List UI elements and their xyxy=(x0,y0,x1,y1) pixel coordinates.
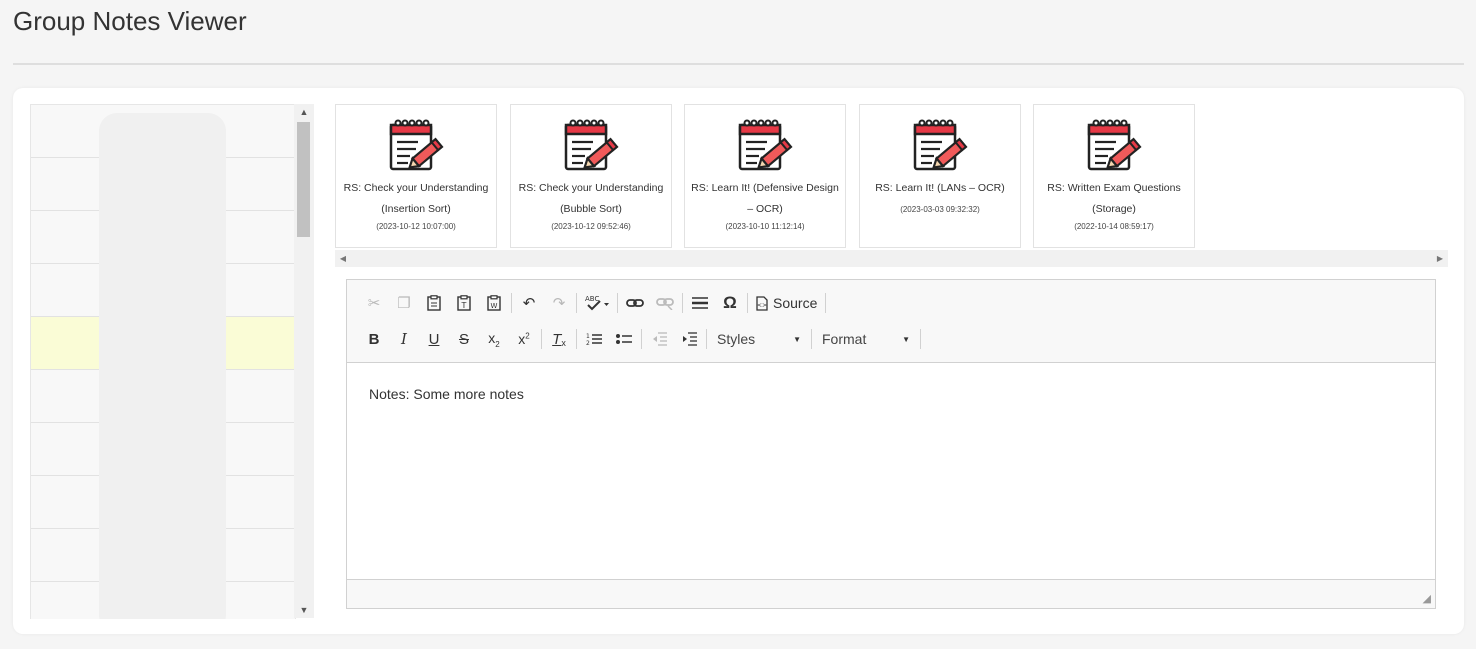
paste-icon[interactable] xyxy=(419,290,449,316)
list-scrollbar[interactable]: ▲ ▼ xyxy=(294,104,314,618)
italic-icon[interactable]: I xyxy=(389,326,419,352)
source-button[interactable]: <> Source xyxy=(750,290,823,316)
scrollbar-thumb[interactable] xyxy=(297,122,310,237)
increase-indent-icon[interactable] xyxy=(674,326,704,352)
bulleted-list-icon[interactable] xyxy=(609,326,639,352)
subscript-icon[interactable]: x2 xyxy=(479,326,509,352)
editor-status-bar: ◢ xyxy=(347,579,1435,608)
note-date: (2023-03-03 09:32:32) xyxy=(900,205,980,214)
svg-text:W: W xyxy=(491,302,498,310)
scroll-right-icon[interactable]: ▶ xyxy=(1432,250,1448,267)
toolbar-row-1: ✂ ❐ T W ↶ ↷ ABC Ω <> Source xyxy=(359,288,828,318)
decrease-indent-icon[interactable] xyxy=(644,326,674,352)
scroll-up-icon[interactable]: ▲ xyxy=(294,104,314,120)
special-character-icon[interactable]: Ω xyxy=(715,290,745,316)
redo-icon[interactable]: ↷ xyxy=(544,290,574,316)
toolbar-separator xyxy=(511,293,512,313)
svg-text:ABC: ABC xyxy=(585,295,599,303)
spellcheck-icon[interactable]: ABC xyxy=(579,290,615,316)
toolbar-separator xyxy=(920,329,921,349)
redacted-name-column xyxy=(99,113,226,619)
bold-icon[interactable]: B xyxy=(359,326,389,352)
chevron-down-icon: ▼ xyxy=(793,334,801,344)
note-card[interactable]: RS: Check your Understanding (Bubble Sort… xyxy=(510,104,672,248)
editor-text[interactable]: Notes: Some more notes xyxy=(369,386,524,402)
notepad-pencil-icon xyxy=(738,119,793,171)
page-title: Group Notes Viewer xyxy=(13,6,247,36)
svg-text:1: 1 xyxy=(586,333,590,340)
toolbar-separator xyxy=(825,293,827,313)
source-icon: <> xyxy=(756,295,768,311)
undo-icon[interactable]: ↶ xyxy=(514,290,544,316)
note-card[interactable]: RS: Learn It! (Defensive Design – OCR) (2… xyxy=(684,104,846,248)
note-date: (2023-10-10 11:12:14) xyxy=(725,222,805,231)
note-title: RS: Learn It! (Defensive Design – OCR) xyxy=(691,182,839,215)
styles-dropdown[interactable]: Styles ▼ xyxy=(709,326,809,352)
editor-toolbar: ✂ ❐ T W ↶ ↷ ABC Ω <> Source B I U S x2 x… xyxy=(347,280,1435,363)
link-icon[interactable] xyxy=(620,290,650,316)
note-date: (2023-10-12 10:07:00) xyxy=(376,222,456,231)
paste-text-icon[interactable]: T xyxy=(449,290,479,316)
toolbar-separator xyxy=(576,329,577,349)
resize-handle-icon[interactable]: ◢ xyxy=(1423,592,1431,605)
notepad-pencil-icon xyxy=(564,119,619,171)
toolbar-separator xyxy=(641,329,642,349)
note-card[interactable]: RS: Learn It! (LANs – OCR) (2023-03-03 0… xyxy=(859,104,1021,248)
strikethrough-icon[interactable]: S xyxy=(449,326,479,352)
remove-format-icon[interactable]: Tx xyxy=(544,326,574,352)
numbered-list-icon[interactable]: 12 xyxy=(579,326,609,352)
note-card[interactable]: RS: Written Exam Questions (Storage) (202… xyxy=(1033,104,1195,248)
toolbar-separator xyxy=(541,329,542,349)
svg-text:<>: <> xyxy=(757,302,767,309)
editor-content[interactable]: Notes: Some more notes xyxy=(347,363,1435,579)
notes-strip: RS: Check your Understanding (Insertion S… xyxy=(335,104,1448,250)
notepad-pencil-icon xyxy=(389,119,444,171)
note-date: (2022-10-14 08:59:17) xyxy=(1074,222,1154,231)
source-label: Source xyxy=(773,295,818,311)
note-title: RS: Check your Understanding (Insertion S… xyxy=(343,182,489,215)
note-title: RS: Written Exam Questions (Storage) xyxy=(1047,182,1181,215)
toolbar-separator xyxy=(811,329,812,349)
superscript-icon[interactable]: x2 xyxy=(509,326,539,352)
rich-text-editor: ✂ ❐ T W ↶ ↷ ABC Ω <> Source B I U S x2 x… xyxy=(346,279,1436,609)
toolbar-row-2: B I U S x2 x2 Tx 12 Styles ▼ Format ▼ xyxy=(359,324,923,354)
main-panel: ▲ ▼ RS: Check your Understanding (Inserti… xyxy=(13,88,1464,634)
notes-horizontal-scrollbar[interactable]: ◀ ▶ xyxy=(335,250,1448,267)
paste-word-icon[interactable]: W xyxy=(479,290,509,316)
notepad-pencil-icon xyxy=(1087,119,1142,171)
unlink-icon[interactable] xyxy=(650,290,680,316)
toolbar-separator xyxy=(576,293,577,313)
toolbar-separator xyxy=(617,293,618,313)
chevron-down-icon: ▼ xyxy=(902,334,910,344)
horizontal-line-icon[interactable] xyxy=(685,290,715,316)
note-title: RS: Check your Understanding (Bubble Sort… xyxy=(518,182,664,215)
format-dropdown[interactable]: Format ▼ xyxy=(814,326,918,352)
note-card[interactable]: RS: Check your Understanding (Insertion S… xyxy=(335,104,497,248)
notepad-pencil-icon xyxy=(913,119,968,171)
scroll-down-icon[interactable]: ▼ xyxy=(294,602,314,618)
toolbar-separator xyxy=(706,329,707,349)
note-title: RS: Learn It! (LANs – OCR) xyxy=(875,182,1005,194)
title-divider xyxy=(13,63,1464,65)
toolbar-separator xyxy=(682,293,683,313)
toolbar-separator xyxy=(747,293,748,313)
svg-text:2: 2 xyxy=(586,340,590,346)
svg-text:T: T xyxy=(461,301,467,310)
copy-icon[interactable]: ❐ xyxy=(389,290,419,316)
format-label: Format xyxy=(822,331,867,347)
note-date: (2023-10-12 09:52:46) xyxy=(551,222,631,231)
group-list[interactable] xyxy=(30,104,296,619)
styles-label: Styles xyxy=(717,331,756,347)
underline-icon[interactable]: U xyxy=(419,326,449,352)
cut-icon[interactable]: ✂ xyxy=(359,290,389,316)
scroll-left-icon[interactable]: ◀ xyxy=(335,250,351,267)
